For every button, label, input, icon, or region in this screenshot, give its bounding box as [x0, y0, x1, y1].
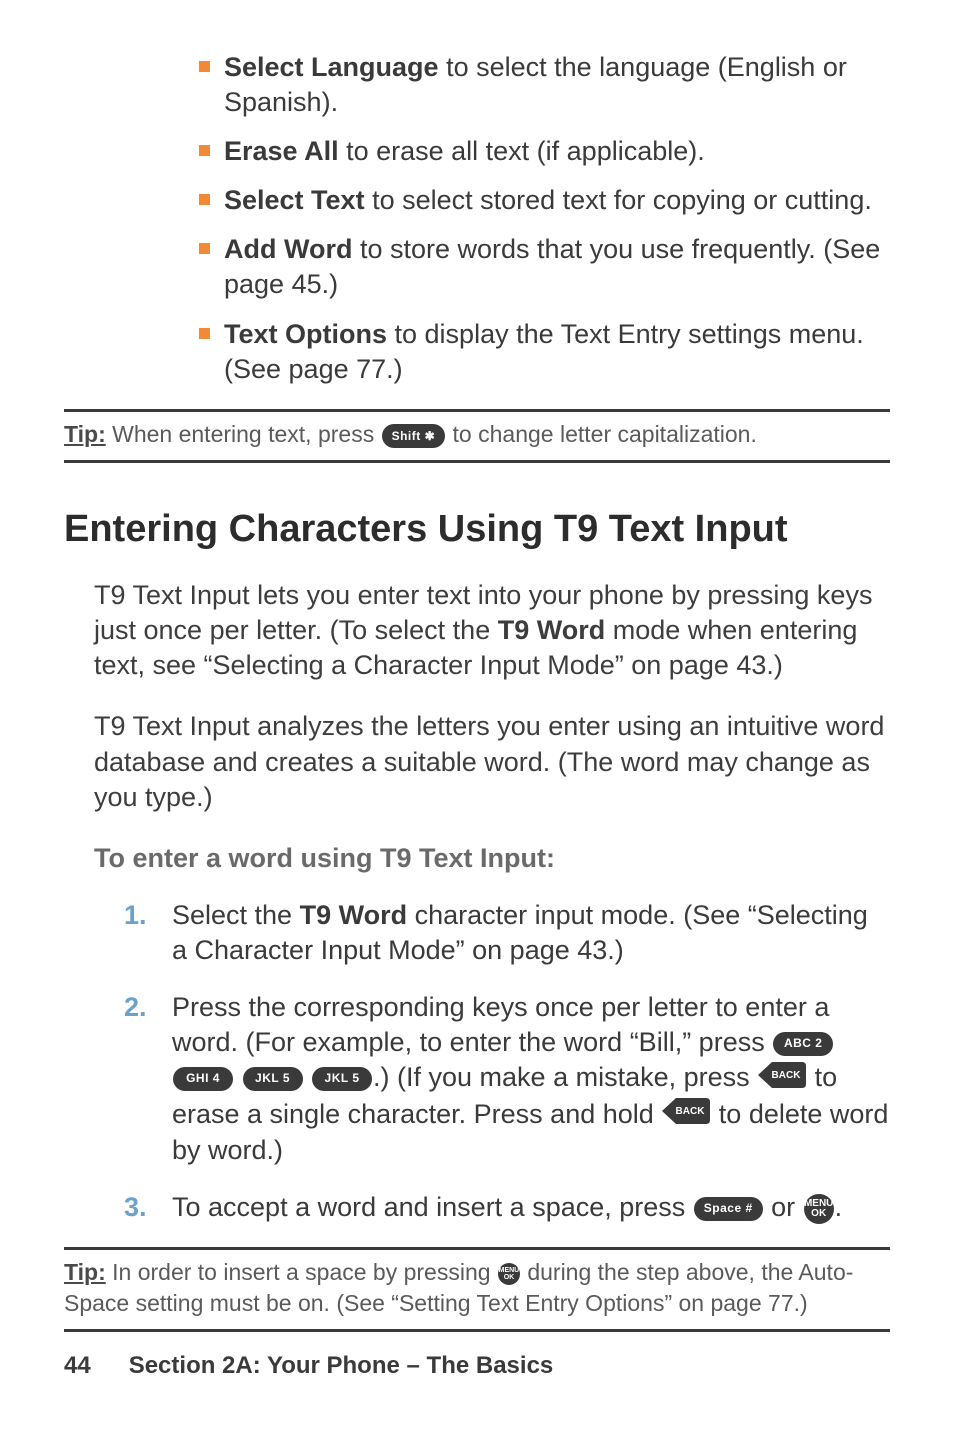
text: or: [764, 1192, 803, 1222]
list-item: Select Text to select stored text for co…: [199, 183, 890, 218]
svg-text:BACK: BACK: [772, 1070, 802, 1081]
key-abc2-icon: ABC 2: [773, 1032, 833, 1056]
back-key-icon: BACK: [758, 1062, 806, 1097]
tip-box: Tip: In order to insert a space by press…: [64, 1247, 890, 1332]
step-text: Select the T9 Word character input mode.…: [172, 898, 890, 968]
step-text: Press the corresponding keys once per le…: [172, 990, 890, 1168]
option-desc: to erase all text (if applicable).: [339, 136, 705, 166]
bullet-text: Add Word to store words that you use fre…: [224, 232, 890, 302]
option-label: Add Word: [224, 234, 352, 264]
tip-text: Tip: In order to insert a space by press…: [64, 1257, 890, 1319]
step-2: 2. Press the corresponding keys once per…: [124, 990, 890, 1168]
text: In order to insert a space by pressing: [106, 1259, 497, 1285]
key-ghi4-icon: GHI 4: [173, 1067, 233, 1091]
tip-box: Tip: When entering text, press Shift ✱ t…: [64, 409, 890, 463]
key-jkl5-icon: JKL 5: [312, 1067, 372, 1091]
bullet-icon: [199, 328, 210, 339]
step-text: To accept a word and insert a space, pre…: [172, 1190, 890, 1225]
intro-paragraph-2: T9 Text Input analyzes the letters you e…: [94, 709, 890, 814]
mode-name: T9 Word: [300, 900, 408, 930]
tip-text: Tip: When entering text, press Shift ✱ t…: [64, 419, 890, 450]
text: .) (If you make a mistake, press: [373, 1062, 757, 1092]
option-label: Text Options: [224, 319, 387, 349]
back-key-icon: BACK: [662, 1098, 710, 1133]
tip-before: When entering text, press: [106, 421, 381, 447]
menu-ok-icon: MENU OK: [804, 1194, 834, 1224]
bullet-icon: [199, 243, 210, 254]
page-number: 44: [64, 1352, 91, 1379]
text: Press the corresponding keys once per le…: [172, 992, 829, 1057]
bullet-icon: [199, 194, 210, 205]
text: To accept a word and insert a space, pre…: [172, 1192, 693, 1222]
tip-label: Tip:: [64, 1259, 106, 1285]
page-footer: 44 Section 2A: Your Phone – The Basics: [64, 1350, 553, 1381]
menu-ok-icon: MENU OK: [498, 1263, 520, 1285]
procedure-heading: To enter a word using T9 Text Input:: [94, 841, 890, 876]
step-number: 2.: [124, 990, 172, 1025]
bullet-text: Text Options to display the Text Entry s…: [224, 317, 890, 387]
steps-list: 1. Select the T9 Word character input mo…: [124, 898, 890, 1225]
space-key-icon: Space #: [694, 1197, 763, 1221]
list-item: Add Word to store words that you use fre…: [199, 232, 890, 302]
list-item: Erase All to erase all text (if applicab…: [199, 134, 890, 169]
options-list: Select Language to select the language (…: [199, 50, 890, 387]
svg-text:BACK: BACK: [676, 1106, 706, 1117]
option-label: Select Text: [224, 185, 365, 215]
bullet-icon: [199, 61, 210, 72]
text: Select the: [172, 900, 300, 930]
tip-label: Tip:: [64, 421, 106, 447]
mode-name: T9 Word: [498, 615, 606, 645]
intro-paragraph-1: T9 Text Input lets you enter text into y…: [94, 578, 890, 683]
bullet-text: Erase All to erase all text (if applicab…: [224, 134, 890, 169]
list-item: Text Options to display the Text Entry s…: [199, 317, 890, 387]
shift-key-icon: Shift ✱: [382, 424, 446, 448]
option-label: Select Language: [224, 52, 439, 82]
bullet-text: Select Language to select the language (…: [224, 50, 890, 120]
step-number: 1.: [124, 898, 172, 933]
section-title: Section 2A: Your Phone – The Basics: [129, 1352, 554, 1379]
section-heading: Entering Characters Using T9 Text Input: [64, 505, 890, 554]
tip-after: to change letter capitalization.: [446, 421, 757, 447]
bullet-text: Select Text to select stored text for co…: [224, 183, 890, 218]
option-desc: to select stored text for copying or cut…: [365, 185, 872, 215]
option-label: Erase All: [224, 136, 339, 166]
list-item: Select Language to select the language (…: [199, 50, 890, 120]
step-1: 1. Select the T9 Word character input mo…: [124, 898, 890, 968]
bullet-icon: [199, 145, 210, 156]
key-jkl5-icon: JKL 5: [243, 1067, 303, 1091]
step-3: 3. To accept a word and insert a space, …: [124, 1190, 890, 1225]
step-number: 3.: [124, 1190, 172, 1225]
text: .: [835, 1192, 843, 1222]
